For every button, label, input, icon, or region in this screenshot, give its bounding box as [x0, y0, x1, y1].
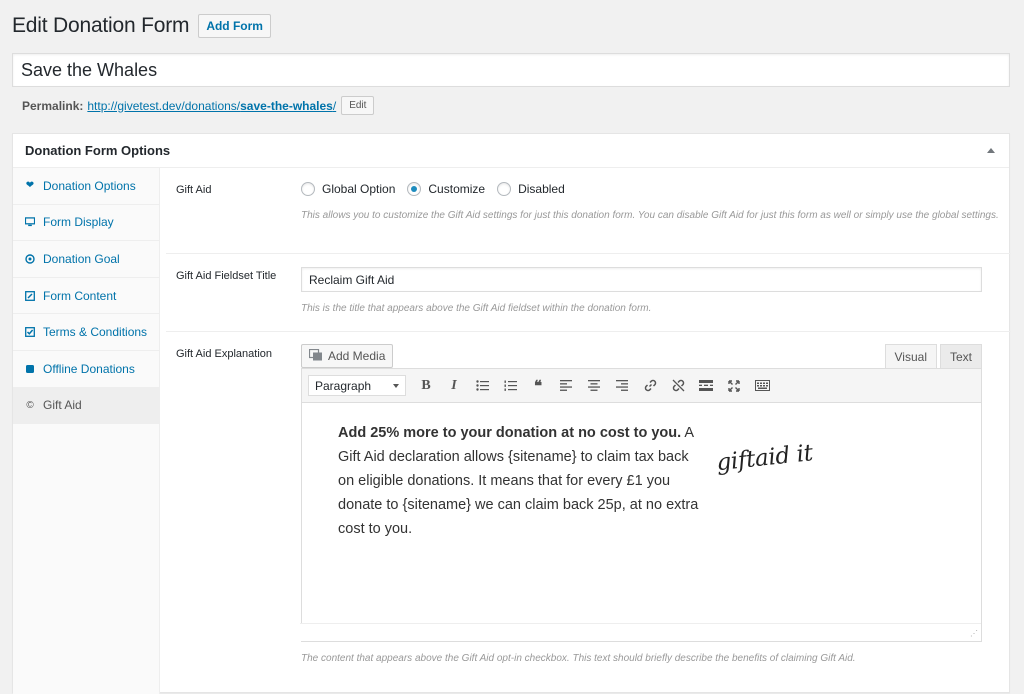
editor-text: Add 25% more to your donation at no cost… — [338, 421, 704, 541]
permalink-label: Permalink: — [22, 98, 84, 113]
options-tabs: ❤ Donation Options Form Display Donation… — [13, 168, 160, 694]
format-select-value: Paragraph — [315, 378, 372, 393]
metabox-header[interactable]: Donation Form Options — [13, 134, 1009, 168]
radio-global-option[interactable]: Global Option — [301, 182, 395, 196]
tab-label: Donation Options — [43, 178, 136, 193]
tab-terms-conditions[interactable]: Terms & Conditions — [13, 314, 159, 351]
read-more-icon[interactable] — [692, 374, 720, 398]
post-title-input[interactable] — [12, 53, 1010, 87]
fullscreen-icon[interactable] — [720, 374, 748, 398]
radio-circle[interactable] — [497, 182, 512, 196]
donation-form-options-metabox: Donation Form Options ❤ Donation Options… — [12, 133, 1011, 694]
gift-aid-radio-group: Global Option Customize Disabled — [301, 182, 1003, 196]
editor-content[interactable]: Add 25% more to your donation at no cost… — [302, 403, 981, 541]
edit-icon — [25, 290, 35, 301]
permalink-slug: save-the-whales — [240, 98, 333, 113]
align-center-icon[interactable] — [580, 374, 608, 398]
editor-body-text: A Gift Aid declaration allows {sitename}… — [338, 425, 699, 537]
gift-aid-label: Gift Aid — [176, 184, 212, 196]
permalink-link[interactable]: http://givetest.dev/donations/save-the-w… — [87, 99, 336, 113]
fieldset-title-row: Gift Aid Fieldset Title This is the titl… — [166, 254, 1011, 332]
tab-label: Gift Aid — [43, 398, 82, 413]
tab-gift-aid[interactable]: © Gift Aid — [13, 387, 159, 425]
add-media-label: Add Media — [328, 349, 386, 363]
metabox-title: Donation Form Options — [25, 143, 171, 158]
gift-aid-row: Gift Aid Global Option Customize Disable… — [166, 168, 1011, 254]
permalink-slash: / — [332, 98, 337, 113]
radio-circle[interactable] — [301, 182, 315, 196]
radio-circle-checked[interactable] — [407, 182, 422, 196]
align-right-icon[interactable] — [608, 374, 636, 398]
fieldset-title-description: This is the title that appears above the… — [301, 303, 652, 314]
editor-tab-visual[interactable]: Visual — [884, 344, 937, 368]
permalink: Permalink: http://givetest.dev/donations… — [22, 96, 375, 115]
align-left-icon[interactable] — [552, 374, 580, 398]
editor-bold-text: Add 25% more to your donation at no cost… — [338, 425, 682, 441]
editor-tab-text[interactable]: Text — [939, 344, 982, 368]
page-header: Edit Donation Form Add Form — [12, 14, 271, 38]
blockquote-icon[interactable]: ❝ — [524, 374, 552, 398]
link-icon[interactable] — [636, 374, 664, 398]
fieldset-title-input[interactable] — [301, 267, 982, 292]
gift-aid-fields: Gift Aid Global Option Customize Disable… — [166, 168, 1011, 667]
add-form-button[interactable]: Add Form — [198, 14, 271, 38]
gift-aid-description: This allows you to customize the Gift Ai… — [301, 210, 999, 221]
copyright-icon: © — [26, 399, 34, 411]
explanation-label: Gift Aid Explanation — [176, 348, 273, 360]
resize-handle-icon[interactable]: ⋰ — [970, 629, 978, 638]
database-icon — [25, 364, 35, 374]
media-icon — [308, 348, 323, 364]
explanation-row: Gift Aid Explanation Add Media Visual Te… — [166, 332, 1011, 667]
wysiwyg-editor: Paragraph B I ❝ Add 25% more to your don… — [300, 368, 982, 642]
target-icon — [25, 254, 35, 264]
unlink-icon[interactable] — [664, 374, 692, 398]
heart-icon: ❤ — [25, 180, 35, 192]
fieldset-title-label: Gift Aid Fieldset Title — [176, 270, 277, 282]
add-media-button[interactable]: Add Media — [301, 344, 394, 368]
tab-form-content[interactable]: Form Content — [13, 278, 159, 315]
bold-icon[interactable]: B — [412, 374, 440, 398]
bulleted-list-icon[interactable] — [468, 374, 496, 398]
tab-label: Offline Donations — [43, 361, 135, 376]
tab-form-display[interactable]: Form Display — [13, 205, 159, 242]
edit-permalink-button[interactable]: Edit — [341, 96, 375, 115]
radio-label: Customize — [428, 182, 486, 196]
format-select[interactable]: Paragraph — [308, 375, 406, 396]
tab-label: Form Content — [43, 288, 117, 303]
editor-toolbar: Paragraph B I ❝ — [302, 369, 981, 403]
toolbar-toggle-icon[interactable] — [748, 374, 776, 398]
tab-donation-options[interactable]: ❤ Donation Options — [13, 168, 159, 205]
italic-icon[interactable]: I — [440, 374, 468, 398]
tab-label: Donation Goal — [43, 251, 120, 266]
radio-disabled[interactable]: Disabled — [497, 182, 565, 196]
radio-label: Disabled — [518, 182, 565, 196]
explanation-description: The content that appears above the Gift … — [301, 653, 856, 664]
editor-status-bar: ⋰ — [300, 623, 981, 641]
tab-label: Terms & Conditions — [43, 325, 148, 340]
giftaid-logo: giftaid it — [715, 440, 814, 477]
page-title: Edit Donation Form — [12, 14, 190, 37]
checkbox-icon — [25, 327, 35, 338]
collapse-arrow-icon[interactable] — [987, 148, 995, 153]
tab-donation-goal[interactable]: Donation Goal — [13, 241, 159, 278]
radio-label: Global Option — [322, 182, 396, 196]
monitor-icon — [25, 217, 35, 227]
tab-label: Form Display — [43, 215, 114, 230]
chevron-down-icon — [393, 383, 399, 388]
radio-customize[interactable]: Customize — [407, 182, 485, 196]
tab-offline-donations[interactable]: Offline Donations — [13, 351, 159, 388]
numbered-list-icon[interactable] — [496, 374, 524, 398]
permalink-base: http://givetest.dev/donations/ — [87, 98, 241, 113]
